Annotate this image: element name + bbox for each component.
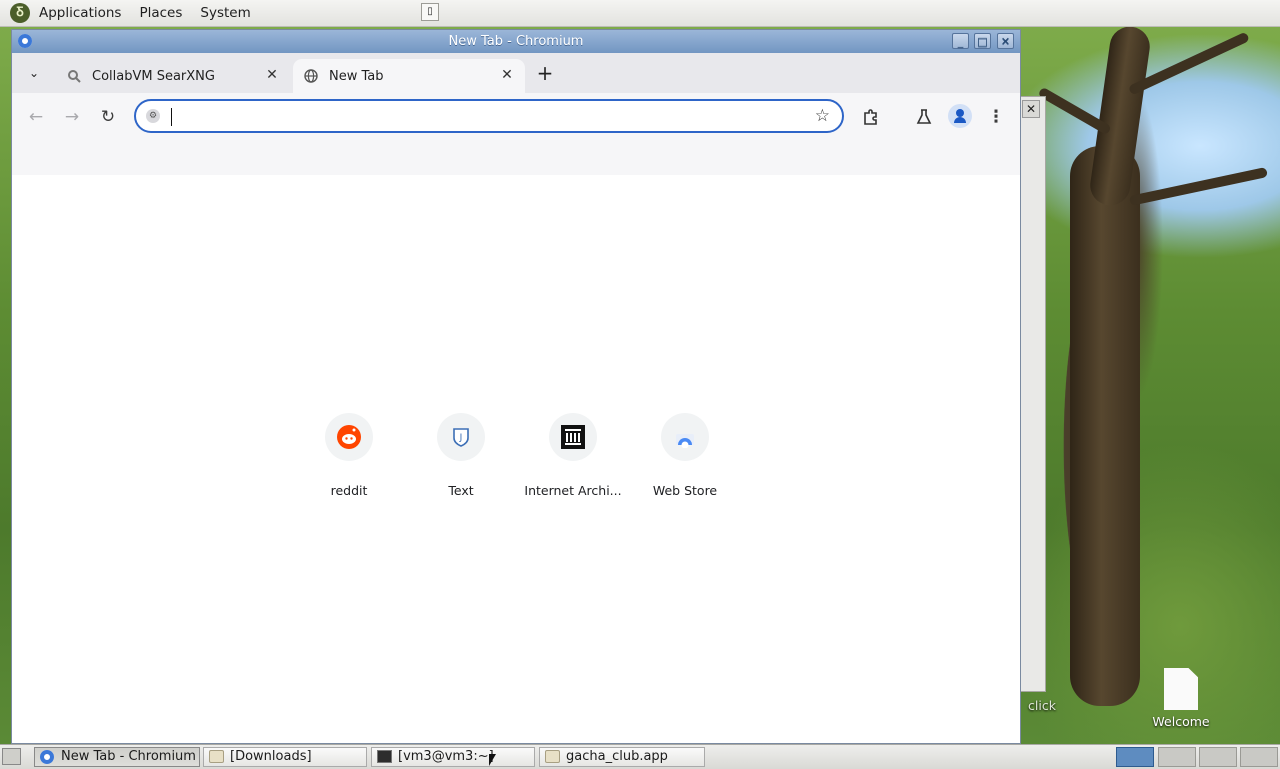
task-label: [Downloads] <box>230 749 312 764</box>
shortcut-label: Web Store <box>652 483 718 498</box>
browser-window: New Tab - Chromium _ □ ✕ ⌄ CollabVM Sear… <box>11 29 1021 744</box>
system-menu[interactable]: System <box>191 0 259 26</box>
workspace-4[interactable] <box>1240 747 1278 767</box>
forward-button[interactable]: → <box>58 103 86 131</box>
workspace-1[interactable] <box>1116 747 1154 767</box>
close-tab-icon[interactable]: ✕ <box>264 67 280 83</box>
desktop-icon-label: click <box>1028 698 1056 713</box>
minimize-button[interactable]: _ <box>952 33 969 49</box>
close-window-button[interactable]: ✕ <box>997 33 1014 49</box>
background-window[interactable]: ✕ <box>1020 96 1046 692</box>
chromium-icon <box>18 34 32 48</box>
bookmark-star-icon[interactable]: ☆ <box>815 106 830 126</box>
address-input[interactable] <box>170 106 794 128</box>
reddit-icon <box>325 413 373 461</box>
close-tab-icon[interactable]: ✕ <box>499 67 515 83</box>
menu-kebab-icon[interactable]: ⋮ <box>982 103 1010 131</box>
shortcut-internet-archive[interactable]: Internet Archi... <box>517 413 629 498</box>
panel-launcher-icon[interactable]: ▯ <box>421 3 439 21</box>
browser-toolbar: ← → ↻ ⚙ ☆ ⋮ <box>12 93 1020 176</box>
task-label: gacha_club.app <box>566 749 668 764</box>
globe-icon <box>303 68 319 84</box>
back-button[interactable]: ← <box>22 103 50 131</box>
task-label: [vm3@vm3:~] <box>398 749 494 764</box>
tab-collabvm-searxng[interactable]: CollabVM SearXNG ✕ <box>56 59 290 93</box>
shortcut-text[interactable]: J Text <box>405 413 517 498</box>
desktop-icon-click[interactable]: click <box>1024 698 1060 713</box>
site-info-icon[interactable]: ⚙ <box>146 109 160 123</box>
desktop-icon-welcome[interactable]: Welcome <box>1146 668 1216 729</box>
close-icon[interactable]: ✕ <box>1022 100 1040 118</box>
tab-strip: ⌄ CollabVM SearXNG ✕ New Tab ✕ + <box>12 53 1020 93</box>
applications-menu[interactable]: Applications <box>30 0 130 26</box>
tree-trunk-upper <box>1087 24 1153 208</box>
text-caret <box>171 108 172 126</box>
maximize-button[interactable]: □ <box>974 33 991 49</box>
document-icon <box>1164 668 1198 710</box>
shortcut-web-store[interactable]: Web Store <box>629 413 741 498</box>
new-tab-page: reddit J Text Internet Archi... Web Stor… <box>12 175 1020 743</box>
folder-icon <box>545 750 560 763</box>
svg-text:J: J <box>459 433 463 443</box>
desktop-icon-label: Welcome <box>1152 714 1210 729</box>
shortcut-label: reddit <box>330 483 368 498</box>
text-icon: J <box>437 413 485 461</box>
taskbar-item-terminal[interactable]: [vm3@vm3:~] <box>371 747 535 767</box>
shortcut-label: Text <box>448 483 474 498</box>
extensions-icon[interactable] <box>857 103 885 131</box>
mouse-cursor-icon <box>489 754 496 766</box>
window-title: New Tab - Chromium <box>448 34 584 49</box>
profile-avatar-icon[interactable] <box>948 104 972 128</box>
searxng-icon <box>66 68 82 84</box>
taskbar-item-gacha-club[interactable]: gacha_club.app <box>539 747 705 767</box>
labs-flask-icon[interactable] <box>910 103 938 131</box>
workspace-3[interactable] <box>1199 747 1237 767</box>
places-menu[interactable]: Places <box>130 0 191 26</box>
taskbar-item-downloads[interactable]: [Downloads] <box>203 747 367 767</box>
internet-archive-icon <box>549 413 597 461</box>
chevron-down-icon[interactable]: ⌄ <box>24 63 44 83</box>
taskbar-item-chromium[interactable]: New Tab - Chromium <box>34 747 200 767</box>
bottom-panel: New Tab - Chromium [Downloads] [vm3@vm3:… <box>0 744 1280 769</box>
task-label: New Tab - Chromium <box>61 749 196 764</box>
tree-branch <box>1128 167 1268 206</box>
workspace-2[interactable] <box>1158 747 1196 767</box>
new-tab-button[interactable]: + <box>533 61 557 85</box>
distro-logo-icon[interactable]: Ᵹ <box>10 3 30 23</box>
top-panel: Ᵹ Applications Places System ▯ <box>0 0 1280 27</box>
shortcut-reddit[interactable]: reddit <box>293 413 405 498</box>
show-desktop-button[interactable] <box>2 748 21 765</box>
web-store-icon <box>661 413 709 461</box>
folder-icon <box>209 750 224 763</box>
chromium-icon <box>40 750 54 764</box>
tab-title: CollabVM SearXNG <box>92 68 215 84</box>
address-bar[interactable]: ⚙ ☆ <box>134 99 844 133</box>
reload-button[interactable]: ↻ <box>94 103 122 131</box>
terminal-icon <box>377 750 392 763</box>
shortcut-label: Internet Archi... <box>524 483 622 498</box>
window-titlebar[interactable]: New Tab - Chromium _ □ ✕ <box>12 30 1020 53</box>
tab-title: New Tab <box>329 68 384 84</box>
tree-trunk <box>1070 146 1140 706</box>
tab-new-tab[interactable]: New Tab ✕ <box>293 59 525 93</box>
